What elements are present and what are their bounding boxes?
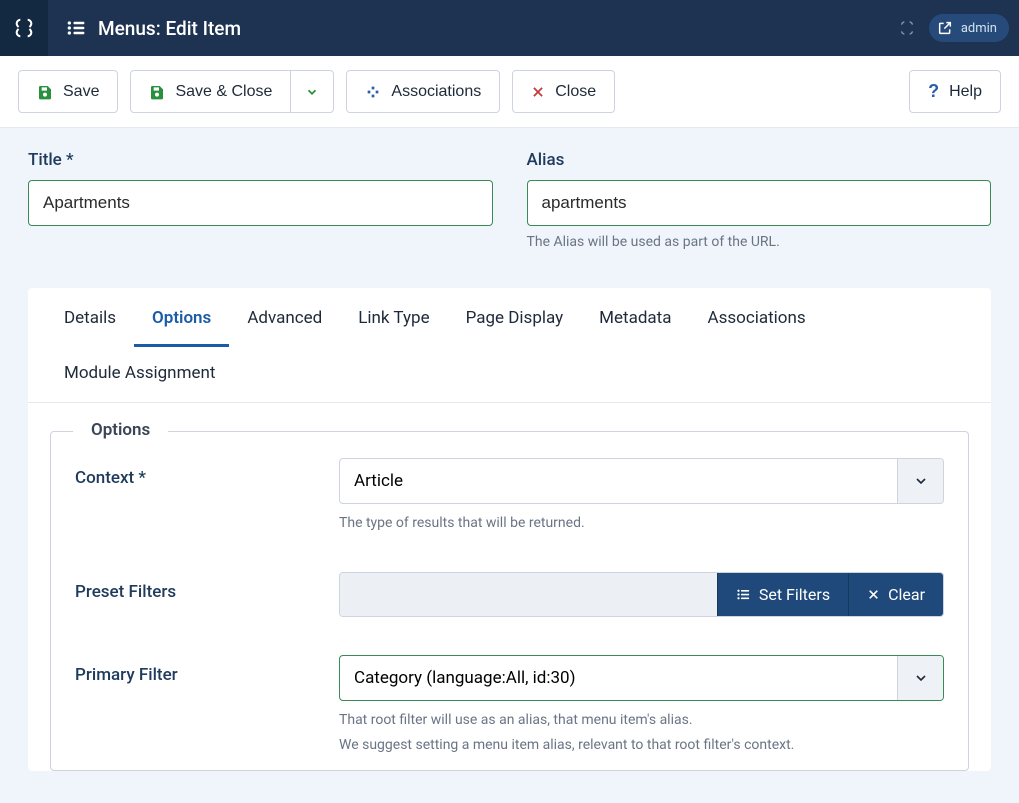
set-filters-button[interactable]: Set Filters (717, 573, 848, 616)
close-icon (867, 588, 880, 601)
primary-filter-desc2: We suggest setting a menu item alias, re… (339, 734, 944, 756)
context-description: The type of results that will be returne… (339, 512, 944, 534)
associations-label: Associations (391, 83, 481, 101)
close-label: Close (555, 83, 596, 101)
tab-module-assignment[interactable]: Module Assignment (46, 347, 233, 402)
chevron-down-icon (897, 459, 943, 503)
associations-icon (365, 84, 381, 100)
tab-associations[interactable]: Associations (689, 292, 823, 347)
tab-page-display[interactable]: Page Display (448, 292, 582, 347)
toolbar: Save Save & Close Associations Close ? H… (0, 56, 1019, 128)
clear-label: Clear (888, 585, 925, 604)
tab-details[interactable]: Details (46, 292, 134, 347)
tab-advanced[interactable]: Advanced (229, 292, 340, 347)
primary-filter-desc1: That root filter will use as an alias, t… (339, 709, 944, 731)
preset-filters-row: Preset Filters Set Filters Clear (51, 546, 968, 629)
title-field: Title * (28, 150, 493, 250)
help-label: Help (949, 83, 982, 101)
chevron-down-icon (305, 85, 319, 99)
joomla-logo[interactable] (0, 0, 48, 56)
user-menu[interactable]: admin (929, 14, 1009, 42)
main-card: Details Options Advanced Link Type Page … (28, 288, 991, 771)
alias-input[interactable] (527, 180, 992, 226)
page-title-area: Menus: Edit Item (48, 17, 241, 40)
save-close-button[interactable]: Save & Close (130, 70, 290, 113)
title-label: Title * (28, 150, 493, 170)
list-icon (736, 587, 751, 602)
preset-filters-control: Set Filters Clear (339, 572, 944, 617)
close-icon (531, 85, 545, 99)
save-close-group: Save & Close (130, 70, 334, 113)
help-button[interactable]: ? Help (909, 70, 1001, 113)
alias-description: The Alias will be used as part of the UR… (527, 234, 992, 250)
associations-button[interactable]: Associations (346, 70, 500, 113)
joomla-small-icon[interactable] (899, 20, 915, 36)
context-select[interactable]: Article (339, 458, 944, 504)
external-link-icon (937, 20, 953, 36)
save-label: Save (63, 83, 99, 101)
save-button[interactable]: Save (18, 70, 118, 113)
alias-label: Alias (527, 150, 992, 170)
title-input[interactable] (28, 180, 493, 226)
tabs: Details Options Advanced Link Type Page … (28, 292, 991, 403)
context-value: Article (340, 459, 897, 503)
help-icon: ? (928, 81, 939, 102)
close-button[interactable]: Close (512, 70, 615, 113)
context-row: Context * Article The type of results th… (51, 432, 968, 546)
chevron-down-icon (897, 656, 943, 700)
primary-filter-row: Primary Filter Category (language:All, i… (51, 629, 968, 768)
alias-field: Alias The Alias will be used as part of … (527, 150, 992, 250)
list-icon (66, 18, 86, 38)
tab-link-type[interactable]: Link Type (340, 292, 447, 347)
tab-metadata[interactable]: Metadata (581, 292, 689, 347)
context-label: Context * (75, 458, 315, 534)
save-close-label: Save & Close (175, 83, 272, 101)
form-header: Title * Alias The Alias will be used as … (0, 128, 1019, 260)
save-icon (149, 84, 165, 100)
clear-button[interactable]: Clear (848, 573, 943, 616)
topbar: Menus: Edit Item admin (0, 0, 1019, 56)
primary-filter-label: Primary Filter (75, 655, 315, 756)
save-icon (37, 84, 53, 100)
save-close-dropdown[interactable] (290, 70, 334, 113)
options-fieldset: Options Context * Article The type of re… (50, 431, 969, 771)
admin-label: admin (961, 21, 997, 36)
primary-filter-value: Category (language:All, id:30) (340, 656, 897, 700)
options-legend: Options (73, 420, 168, 440)
preset-filters-input[interactable] (340, 573, 717, 616)
primary-filter-select[interactable]: Category (language:All, id:30) (339, 655, 944, 701)
preset-filters-label: Preset Filters (75, 572, 315, 617)
set-filters-label: Set Filters (759, 585, 830, 604)
page-title: Menus: Edit Item (98, 17, 241, 40)
tab-options[interactable]: Options (134, 292, 229, 347)
